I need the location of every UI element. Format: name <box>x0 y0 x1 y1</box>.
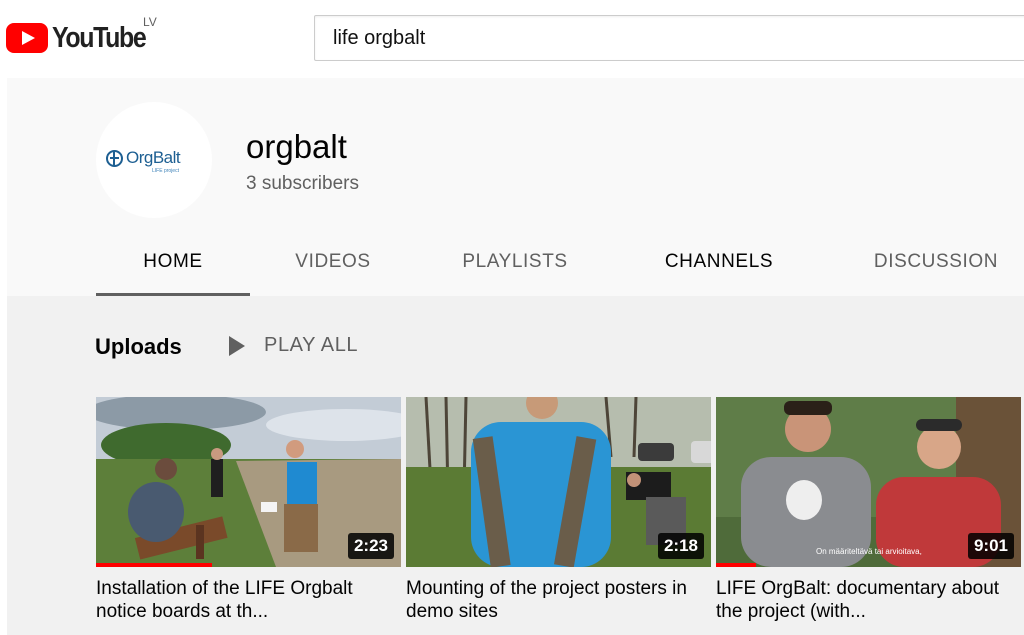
masthead: YouTube LV life orgbalt <box>0 0 1024 78</box>
orgbalt-logo: OrgBalt <box>106 148 181 168</box>
video-title[interactable]: LIFE OrgBalt: documentary about the proj… <box>716 577 1016 623</box>
video-thumbnail[interactable]: On määriteltävä tai arvioitava, 9:01 <box>716 397 1021 567</box>
tab-home[interactable]: HOME <box>96 228 250 296</box>
play-all-label: PLAY ALL <box>264 334 359 356</box>
tab-playlists[interactable]: PLAYLISTS <box>439 228 591 296</box>
watch-progress-bar <box>96 563 212 567</box>
video-caption-overlay: On määriteltävä tai arvioitava, <box>816 547 922 556</box>
uploads-heading[interactable]: Uploads <box>95 334 182 360</box>
tab-label: DISCUSSION <box>873 251 999 272</box>
tab-label: PLAYLISTS <box>462 251 568 272</box>
subscriber-count: 3 subscribers <box>246 173 359 194</box>
tab-channels[interactable]: CHANNELS <box>639 228 799 296</box>
channel-name[interactable]: orgbalt <box>246 128 347 166</box>
globe-icon <box>106 149 123 167</box>
video-duration: 9:01 <box>967 533 1014 559</box>
avatar-logo-subtext: LIFE project <box>152 168 179 174</box>
search-query[interactable]: life orgbalt <box>333 27 425 50</box>
search-input[interactable]: life orgbalt <box>314 15 1024 61</box>
watch-progress-bar <box>716 563 756 567</box>
youtube-play-icon <box>6 23 48 53</box>
video-title[interactable]: Installation of the LIFE Orgbalt notice … <box>96 577 396 623</box>
logo-text: YouTube <box>52 21 147 54</box>
channel-avatar[interactable]: OrgBalt LIFE project <box>96 102 212 218</box>
channel-header: OrgBalt LIFE project orgbalt 3 subscribe… <box>7 78 1024 296</box>
video-thumbnail[interactable]: 2:23 <box>96 397 401 567</box>
avatar-logo-text: OrgBalt <box>126 148 181 167</box>
video-duration: 2:18 <box>657 533 704 559</box>
tab-videos[interactable]: VIDEOS <box>271 228 395 296</box>
video-title[interactable]: Mounting of the project posters in demo … <box>406 577 706 623</box>
video-thumbnail[interactable]: 2:18 <box>406 397 711 567</box>
tab-label: HOME <box>143 251 203 272</box>
tab-label: VIDEOS <box>295 251 371 272</box>
channel-content: Uploads PLAY ALL 2:23 Installation of th… <box>7 296 1024 635</box>
play-all-button[interactable]: PLAY ALL <box>229 334 358 357</box>
region-code: LV <box>143 15 157 29</box>
youtube-logo[interactable]: YouTube <box>6 18 161 58</box>
video-duration: 2:23 <box>347 533 394 559</box>
play-icon <box>229 335 245 356</box>
tab-label: CHANNELS <box>664 251 774 272</box>
tab-discussion[interactable]: DISCUSSION <box>856 228 1016 296</box>
